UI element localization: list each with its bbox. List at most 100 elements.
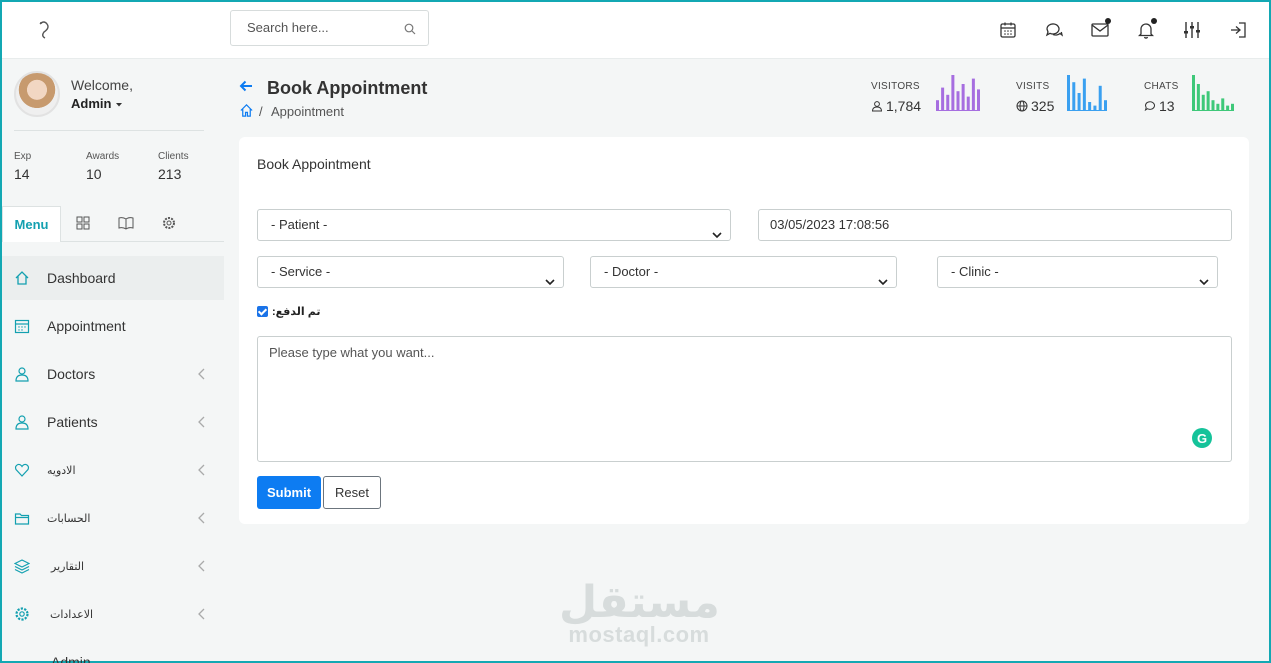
- home-icon: [14, 270, 30, 291]
- sidebar-item-label: Appointment: [47, 318, 126, 334]
- service-select-value: - Service -: [271, 264, 331, 279]
- kpi-visitors: VISITORS 1,784: [871, 75, 980, 114]
- sidebar-item-appointment[interactable]: Appointment: [2, 304, 224, 348]
- sidebar-item-accounts[interactable]: الحسابات: [2, 496, 224, 540]
- sparkline-bar: [1216, 103, 1220, 111]
- sparkline-bar: [1221, 98, 1225, 111]
- sparkline-bar: [1088, 102, 1092, 111]
- sidebar-item-label: الحسابات: [47, 512, 91, 525]
- grammarly-icon[interactable]: G: [1192, 428, 1212, 448]
- sparkline-bar: [941, 87, 945, 111]
- doctor-select[interactable]: - Doctor -: [590, 256, 897, 288]
- sliders-icon[interactable]: [1179, 18, 1205, 42]
- sidebar: Welcome, Admin Exp 14 Awards 10 Clients …: [2, 59, 224, 663]
- kpi-label: VISITS: [1016, 81, 1050, 92]
- datetime-field[interactable]: 03/05/2023 17:08:56: [758, 209, 1232, 241]
- sparkline-bar: [1072, 82, 1076, 111]
- mail-icon[interactable]: [1087, 18, 1113, 42]
- user-icon: [14, 366, 30, 387]
- stat-label: Awards: [86, 151, 120, 162]
- breadcrumb[interactable]: Appointment: [271, 104, 344, 119]
- sparkline-bar: [966, 96, 970, 111]
- sparkline-bar: [1231, 103, 1234, 111]
- sidebar-item-reports[interactable]: التقارير: [2, 544, 224, 588]
- calendar-icon[interactable]: [995, 18, 1021, 42]
- chevron-left-icon: [198, 559, 206, 577]
- bell-notification-dot: [1151, 18, 1157, 24]
- notes-textarea[interactable]: Please type what you want... G: [257, 336, 1232, 462]
- sidebar-tabs: Menu: [2, 206, 224, 242]
- watermark-arabic: مستقل: [559, 577, 720, 628]
- sparkline-bar: [1067, 75, 1070, 111]
- top-bar: [2, 2, 1269, 59]
- sparkline-bar: [971, 78, 975, 111]
- user-dropdown[interactable]: Admin: [71, 96, 123, 111]
- gear-icon[interactable]: [162, 216, 176, 235]
- submit-button[interactable]: Submit: [257, 476, 321, 509]
- chevron-left-icon: [198, 607, 206, 625]
- calendar-icon: [14, 318, 30, 339]
- paid-checkbox[interactable]: [257, 306, 268, 317]
- tab-menu[interactable]: Menu: [2, 206, 61, 242]
- patient-select[interactable]: - Patient -: [257, 209, 731, 241]
- bell-icon[interactable]: [1133, 18, 1159, 42]
- sidebar-item-label: التقارير: [51, 560, 85, 573]
- gear-icon: [14, 606, 30, 627]
- paid-checkbox-row[interactable]: :تم الدفع: [257, 305, 320, 318]
- caret-down-icon: [116, 102, 123, 107]
- clinic-select-value: - Clinic -: [951, 264, 999, 279]
- sparkline-bar: [1206, 91, 1210, 111]
- home-icon[interactable]: [239, 103, 254, 123]
- sparkline-bar: [1201, 94, 1205, 111]
- logo[interactable]: [32, 18, 56, 42]
- chevron-left-icon: [198, 415, 206, 433]
- layers-icon: [13, 558, 31, 579]
- chevron-down-icon: [1199, 267, 1209, 297]
- reset-button[interactable]: Reset: [323, 476, 381, 509]
- notes-placeholder: Please type what you want...: [269, 345, 435, 360]
- stat-label: Exp: [14, 151, 32, 162]
- user-icon: [871, 101, 883, 112]
- back-arrow-icon[interactable]: [239, 79, 253, 98]
- chat-icon[interactable]: [1041, 18, 1067, 42]
- sidebar-item-dashboard[interactable]: Dashboard: [2, 256, 224, 300]
- grid-icon[interactable]: [76, 216, 90, 235]
- sidebar-item-patients[interactable]: Patients: [2, 400, 224, 444]
- globe-icon: [1016, 100, 1028, 112]
- stat-exp: Exp 14: [14, 151, 31, 182]
- patient-select-value: - Patient -: [271, 217, 328, 232]
- paid-label: :تم الدفع: [272, 306, 321, 318]
- service-select[interactable]: - Service -: [257, 256, 564, 288]
- user-name: Admin: [71, 96, 112, 111]
- kpi-visits: VISITS 325: [1016, 75, 1107, 114]
- sidebar-item-settings[interactable]: الاعدادات: [2, 592, 224, 636]
- stat-clients: Clients 213: [158, 151, 189, 182]
- sparkline-bar: [1104, 100, 1107, 111]
- book-icon[interactable]: [118, 216, 134, 235]
- sparkline-bar: [956, 91, 960, 111]
- clinic-select[interactable]: - Clinic -: [937, 256, 1218, 288]
- avatar[interactable]: [14, 71, 60, 117]
- visits-sparkline: [1067, 75, 1107, 111]
- sparkline-bar: [946, 94, 950, 111]
- chevron-down-icon: [712, 220, 722, 250]
- doctor-select-value: - Doctor -: [604, 264, 659, 279]
- chevron-down-icon: [878, 267, 888, 297]
- search-box[interactable]: [230, 10, 429, 46]
- sidebar-item-label: الادويه: [47, 464, 76, 477]
- kpi-chats: CHATS 13: [1144, 75, 1234, 114]
- stat-awards: Awards 10: [86, 151, 119, 182]
- chats-sparkline: [1192, 75, 1234, 111]
- appointment-form-card: Book Appointment - Patient - 03/05/2023 …: [239, 137, 1249, 524]
- sparkline-bar: [1098, 85, 1102, 111]
- search-input[interactable]: [247, 20, 397, 35]
- logout-icon[interactable]: [1225, 18, 1251, 42]
- sidebar-item-doctors[interactable]: Doctors: [2, 352, 224, 396]
- sidebar-item-label: الاعدادات: [50, 608, 94, 621]
- chevron-left-icon: [198, 367, 206, 385]
- chat-icon: [1144, 101, 1155, 112]
- divider: [14, 130, 204, 131]
- sidebar-item-admin[interactable]: Admin: [2, 640, 224, 663]
- sidebar-item-medicines[interactable]: الادويه: [2, 448, 224, 492]
- search-icon[interactable]: [404, 22, 416, 40]
